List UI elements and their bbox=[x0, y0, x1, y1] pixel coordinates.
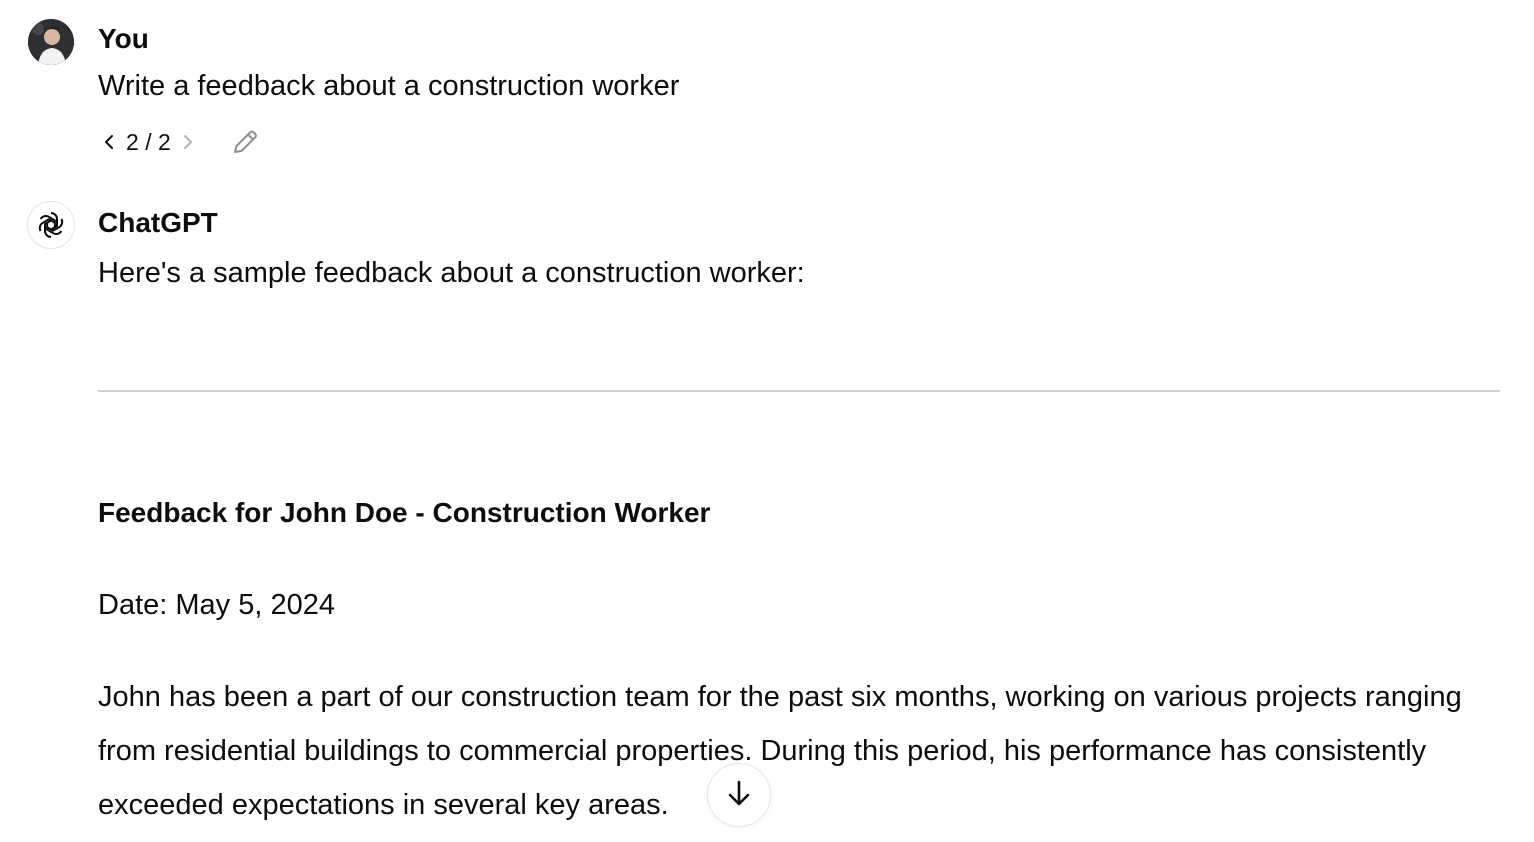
openai-logo-icon bbox=[27, 201, 75, 249]
chevron-left-icon[interactable] bbox=[98, 131, 120, 153]
feedback-heading: Feedback for John Doe - Construction Wor… bbox=[98, 497, 711, 528]
user-avatar[interactable] bbox=[28, 19, 74, 65]
chevron-right-icon[interactable] bbox=[177, 131, 199, 153]
assistant-intro-text: Here's a sample feedback about a constru… bbox=[98, 257, 805, 289]
user-message-text: Write a feedback about a construction wo… bbox=[98, 70, 680, 102]
response-pager: 2 / 2 bbox=[98, 124, 199, 160]
feedback-paragraph: John has been a part of our construction… bbox=[98, 681, 1462, 821]
scroll-to-bottom-button[interactable] bbox=[707, 763, 771, 827]
pager-total: 2 bbox=[157, 128, 171, 155]
pencil-icon[interactable] bbox=[229, 126, 261, 158]
chat-thread: You Write a feedback about a constructio… bbox=[0, 0, 1534, 842]
pager-separator: / bbox=[145, 128, 152, 155]
horizontal-divider bbox=[98, 390, 1500, 392]
arrow-down-icon bbox=[724, 778, 754, 813]
feedback-date: Date: May 5, 2024 bbox=[98, 589, 335, 621]
assistant-author-name: ChatGPT bbox=[98, 207, 218, 238]
pager-count: 2 / 2 bbox=[126, 129, 171, 156]
user-author-name: You bbox=[98, 23, 149, 54]
pager-current: 2 bbox=[126, 128, 139, 155]
